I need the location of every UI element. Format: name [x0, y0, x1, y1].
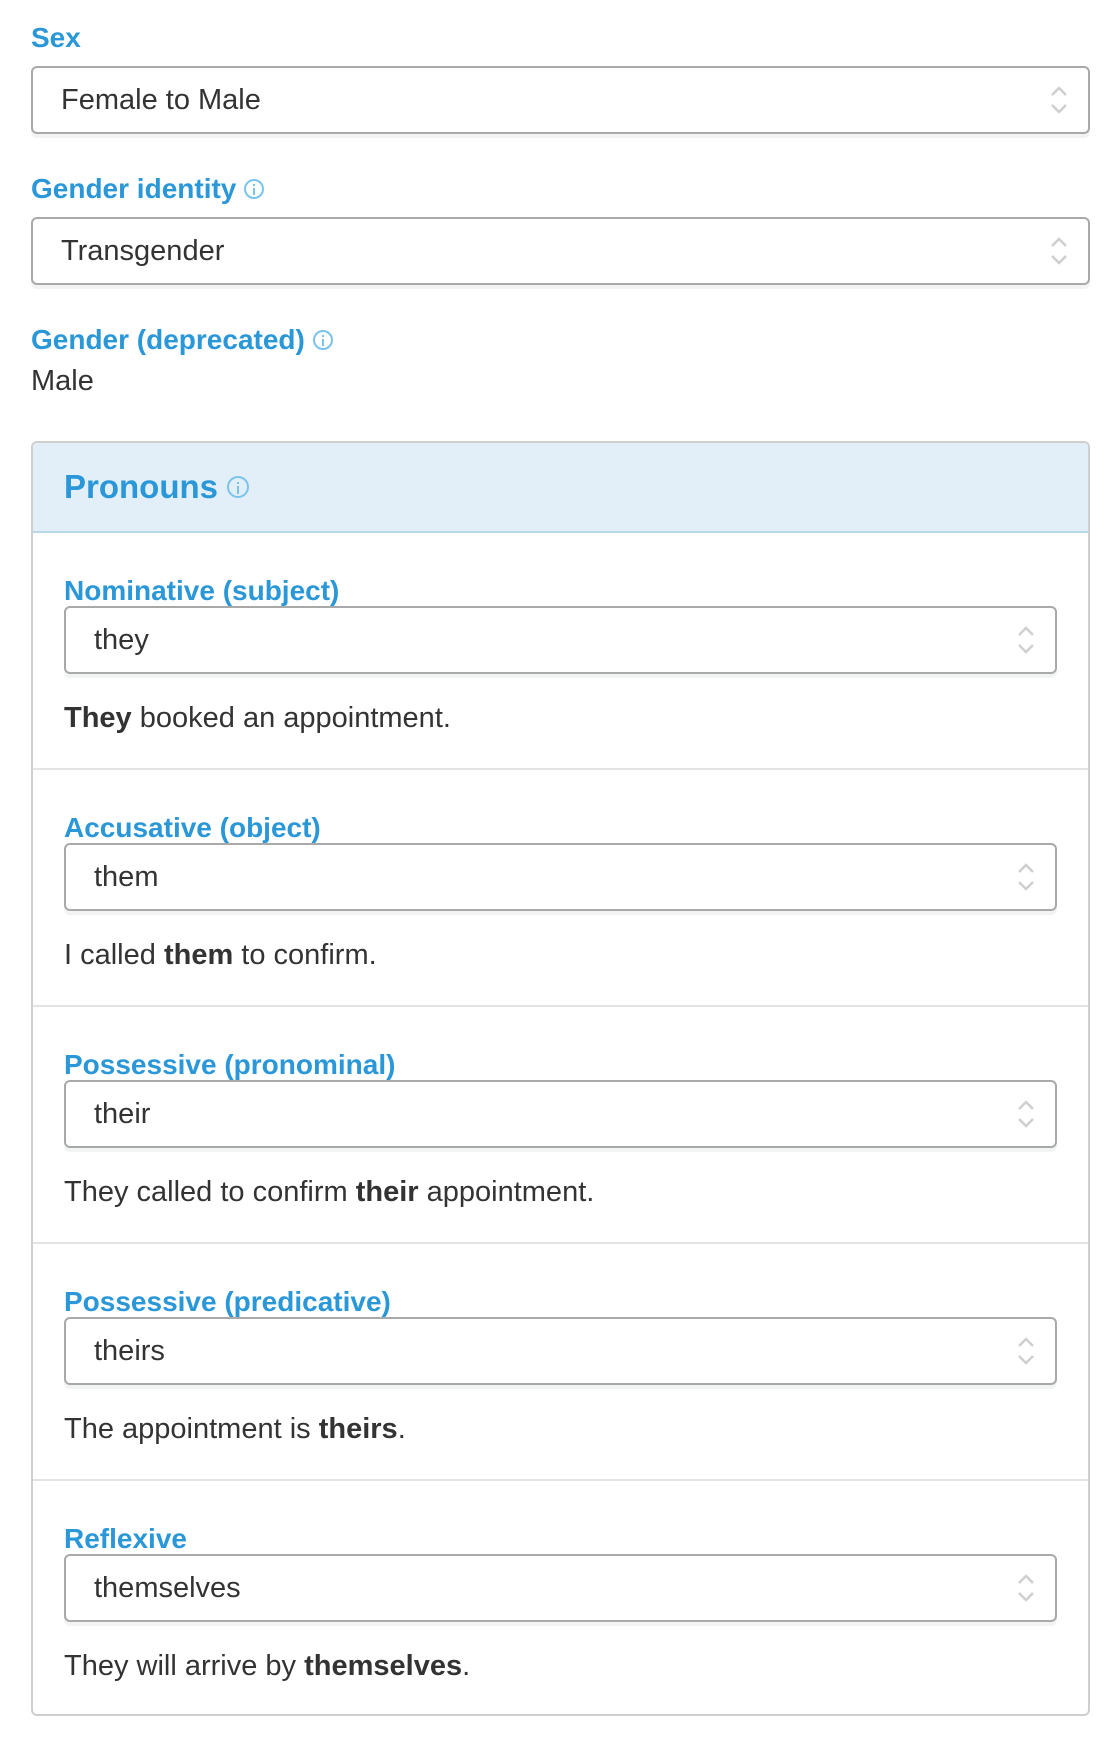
gender-identity-select-value: Transgender — [61, 234, 225, 267]
pronoun-section-nominative: Nominative (subject) they They booked an… — [33, 533, 1088, 770]
gender-deprecated-label: Gender (deprecated) — [31, 323, 333, 357]
select-arrows-icon — [1050, 235, 1068, 267]
possessive-pronominal-example: They called to confirm their appointment… — [64, 1175, 594, 1209]
gender-deprecated-value: Male — [31, 365, 94, 397]
pronouns-panel-header: Pronouns — [33, 443, 1088, 533]
select-arrows-icon — [1017, 1335, 1035, 1367]
reflexive-select[interactable]: themselves — [64, 1554, 1057, 1622]
info-circle-icon[interactable] — [312, 330, 333, 350]
pronouns-title: Pronouns — [64, 468, 218, 505]
possessive-predicative-label: Possessive (predicative) — [64, 1286, 391, 1317]
gender-identity-select[interactable]: Transgender — [31, 217, 1090, 285]
possessive-predicative-select-value: theirs — [94, 1334, 165, 1367]
example-pronoun: them — [163, 939, 234, 971]
accusative-select-value: them — [94, 860, 159, 893]
select-arrows-icon — [1017, 1098, 1035, 1130]
gender-deprecated-label-text: Gender (deprecated) — [31, 324, 305, 355]
nominative-label: Nominative (subject) — [64, 575, 340, 606]
possessive-pronominal-label: Possessive (pronominal) — [64, 1049, 396, 1080]
example-text: appointment. — [418, 1176, 595, 1208]
example-text: . — [397, 1413, 406, 1445]
pronouns-panel: Pronouns Nominative (subject) they They … — [31, 441, 1090, 1716]
info-circle-icon[interactable] — [244, 179, 265, 199]
sex-select-value: Female to Male — [61, 83, 261, 116]
example-text: They will arrive by — [64, 1650, 305, 1682]
pronoun-section-possessive-pronominal: Possessive (pronominal) their They calle… — [33, 1007, 1088, 1244]
select-arrows-icon — [1050, 84, 1068, 116]
accusative-example: I called them to confirm. — [64, 938, 377, 972]
sex-label-text: Sex — [31, 22, 81, 53]
example-pronoun: They — [64, 702, 132, 734]
nominative-example: They booked an appointment. — [64, 701, 451, 735]
example-text: to confirm. — [233, 939, 377, 971]
select-arrows-icon — [1017, 861, 1035, 893]
select-arrows-icon — [1017, 624, 1035, 656]
reflexive-example: They will arrive by themselves. — [64, 1649, 470, 1683]
pronoun-section-possessive-predicative: Possessive (predicative) theirs The appo… — [33, 1244, 1088, 1481]
accusative-select[interactable]: them — [64, 843, 1057, 911]
example-pronoun: their — [355, 1176, 419, 1208]
example-text: They called to confirm — [64, 1176, 356, 1208]
nominative-select[interactable]: they — [64, 606, 1057, 674]
sex-label: Sex — [31, 21, 81, 55]
gender-identity-label: Gender identity — [31, 172, 265, 206]
sex-select[interactable]: Female to Male — [31, 66, 1090, 134]
possessive-predicative-example: The appointment is theirs. — [64, 1412, 406, 1446]
pronoun-section-accusative: Accusative (object) them I called them t… — [33, 770, 1088, 1007]
pronoun-section-reflexive: Reflexive themselves They will arrive by… — [33, 1481, 1088, 1714]
possessive-predicative-select[interactable]: theirs — [64, 1317, 1057, 1385]
example-pronoun: themselves — [304, 1650, 463, 1682]
gender-identity-label-text: Gender identity — [31, 173, 237, 204]
reflexive-label: Reflexive — [64, 1523, 187, 1554]
select-arrows-icon — [1017, 1572, 1035, 1604]
reflexive-select-value: themselves — [94, 1571, 241, 1604]
example-text: booked an appointment. — [131, 702, 451, 734]
info-circle-icon[interactable] — [227, 476, 249, 498]
possessive-pronominal-select[interactable]: their — [64, 1080, 1057, 1148]
accusative-label: Accusative (object) — [64, 812, 321, 843]
example-pronoun: theirs — [318, 1413, 398, 1445]
example-text: The appointment is — [64, 1413, 319, 1445]
example-text: . — [462, 1650, 471, 1682]
possessive-pronominal-select-value: their — [94, 1097, 151, 1130]
nominative-select-value: they — [94, 623, 149, 656]
example-text: I called — [64, 939, 164, 971]
